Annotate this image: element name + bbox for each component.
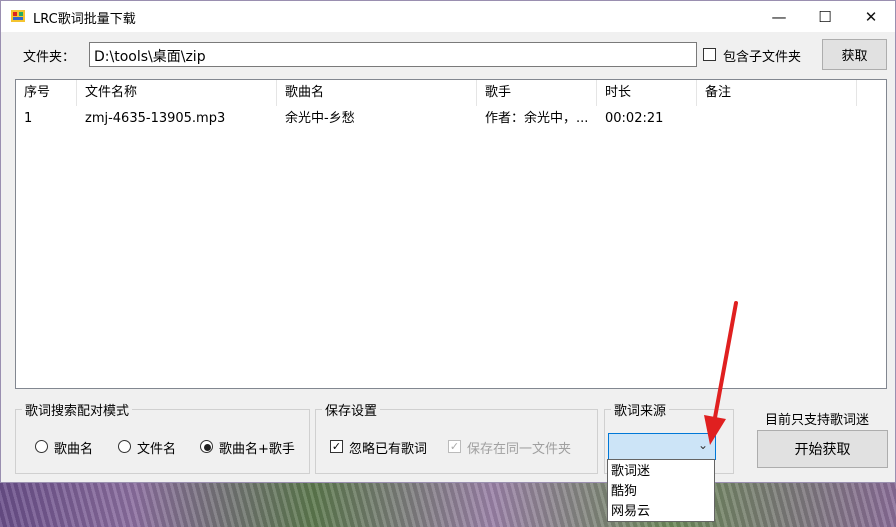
option-gecimi[interactable]: 歌词迷	[611, 462, 650, 482]
cell-artist: 作者：余光中，...	[485, 111, 589, 126]
app-icon	[11, 10, 25, 22]
folder-path-input[interactable]: D:\tools\桌面\zip	[89, 42, 697, 67]
desktop-background	[0, 483, 896, 527]
search-mode-title: 歌词搜索配对模式	[25, 404, 130, 419]
start-button[interactable]: 开始获取	[757, 430, 888, 468]
radio-song-artist[interactable]	[200, 440, 213, 453]
column-header-notes[interactable]: 备注	[697, 80, 857, 106]
column-header-duration[interactable]: 时长	[597, 80, 697, 106]
same-folder-label: 保存在同一文件夹	[467, 442, 572, 457]
file-list[interactable]: 序号 文件名称 歌曲名 歌手 时长 备注 1 zmj-4635-13905.mp…	[15, 79, 887, 389]
folder-label: 文件夹：	[23, 50, 76, 65]
minimize-button[interactable]: —	[756, 1, 802, 32]
close-button[interactable]: ✕	[848, 1, 894, 32]
cell-notes	[697, 109, 857, 129]
search-mode-group: 歌词搜索配对模式	[15, 400, 310, 474]
option-kugou[interactable]: 酷狗	[611, 482, 637, 502]
save-settings-title: 保存设置	[325, 404, 378, 419]
include-subfolders-label[interactable]: 包含子文件夹	[723, 46, 801, 65]
column-header-artist[interactable]: 歌手	[477, 80, 597, 106]
column-header-song[interactable]: 歌曲名	[277, 80, 477, 106]
red-arrow-annotation	[704, 301, 738, 445]
support-note: 目前只支持歌词迷	[765, 413, 870, 428]
maximize-button[interactable]: ☐	[802, 1, 848, 32]
save-settings-group: 保存设置	[315, 400, 598, 474]
cell-filename: zmj-4635-13905.mp3	[85, 111, 226, 126]
option-netease[interactable]: 网易云	[611, 502, 650, 522]
cell-duration: 00:02:21	[605, 111, 664, 126]
ignore-existing-label[interactable]: 忽略已有歌词	[349, 438, 427, 457]
cell-song: 余光中-乡愁	[285, 111, 355, 126]
cell-index: 1	[24, 111, 33, 126]
lyrics-source-title: 歌词来源	[614, 404, 667, 419]
fetch-button[interactable]: 获取	[822, 39, 887, 70]
same-folder-checkbox[interactable]: ✓	[448, 440, 461, 453]
app-window: LRC歌词批量下载 — ☐ ✕ 文件夹： D:\tools\桌面\zip 包含子…	[0, 0, 896, 483]
radio-song-name-label[interactable]: 歌曲名	[54, 438, 93, 457]
radio-file-name[interactable]	[118, 440, 131, 453]
column-header-filename[interactable]: 文件名称	[77, 80, 277, 106]
title-bar[interactable]: LRC歌词批量下载 — ☐ ✕	[1, 1, 895, 32]
include-subfolders-checkbox[interactable]	[703, 48, 716, 61]
radio-file-name-label[interactable]: 文件名	[137, 438, 176, 457]
window-title: LRC歌词批量下载	[33, 12, 136, 27]
column-header-index[interactable]: 序号	[16, 80, 77, 106]
lyrics-source-dropdown[interactable]: 歌词迷 酷狗 网易云	[607, 459, 715, 522]
ignore-existing-checkbox[interactable]: ✓	[330, 440, 343, 453]
radio-song-name[interactable]	[35, 440, 48, 453]
table-row[interactable]: 1 zmj-4635-13905.mp3 余光中-乡愁 作者：余光中，... 0…	[16, 108, 886, 130]
radio-song-artist-label[interactable]: 歌曲名+歌手	[219, 438, 295, 457]
